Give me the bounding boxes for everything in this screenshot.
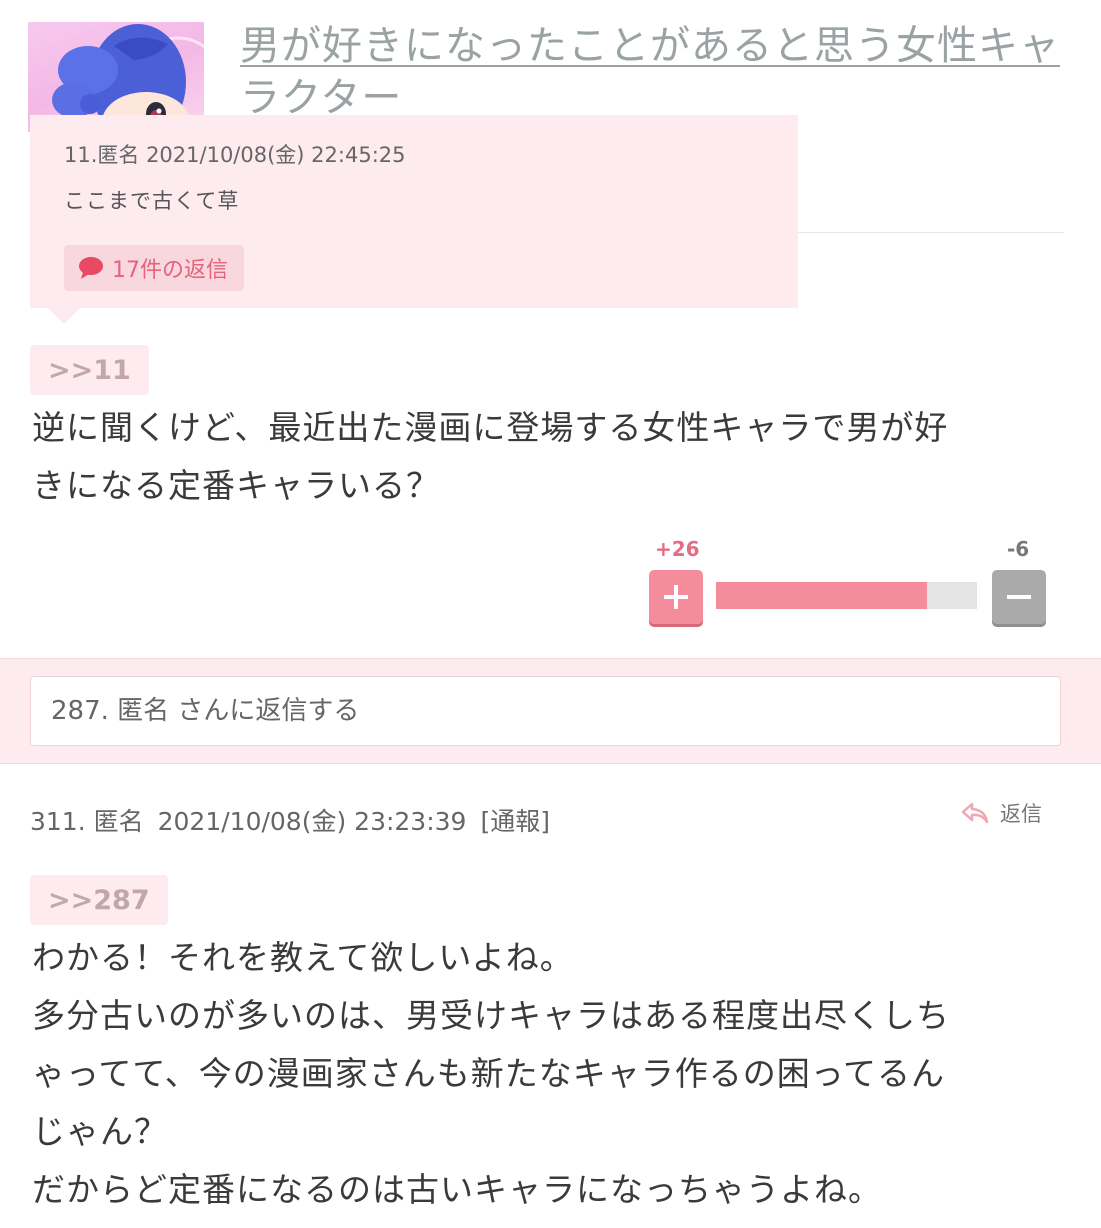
plus-vote-count: +26	[655, 537, 700, 561]
minus-vote-count: -6	[1007, 537, 1030, 561]
reply-count-button[interactable]: 17件の返信	[64, 245, 244, 291]
comment-line: 逆に聞くけど、最近出た漫画に登場する女性キャラで男が好	[32, 408, 949, 447]
comment-line: じゃん？	[32, 1112, 168, 1151]
comment-body: 逆に聞くけど、最近出た漫画に登場する女性キャラで男が好 きになる定番キャラいる？	[32, 399, 948, 515]
plus-icon	[664, 585, 688, 609]
quoted-comment-meta: 11.匿名 2021/10/08(金) 22:45:25	[64, 143, 406, 167]
comment-meta: 311. 匿名 2021/10/08(金) 23:23:39 [通報]	[30, 802, 550, 838]
quoted-comment-text: ここまで古くて草	[64, 189, 240, 213]
quoted-comment-popup: 11.匿名 2021/10/08(金) 22:45:25 ここまで古くて草 17…	[30, 115, 798, 308]
comment-line: だからど定番になるのは古いキャラになっちゃうよね。	[32, 1170, 882, 1209]
upvote-button[interactable]	[649, 570, 703, 624]
speech-bubble-icon	[79, 257, 103, 279]
divider	[780, 232, 1064, 233]
comment-line: きになる定番キャラいる？	[32, 466, 440, 505]
reply-button[interactable]: 返信	[960, 798, 1042, 828]
vote-ratio-fill	[716, 582, 928, 609]
comment-body: わかる！それを教えて欲しいよね。 多分古いのが多いのは、男受けキャラはある程度出…	[32, 929, 950, 1219]
anchor-link[interactable]: >>287	[30, 875, 168, 925]
comment-line: わかる！それを教えて欲しいよね。	[32, 938, 574, 977]
reply-arrow-icon	[961, 802, 989, 824]
reply-count-label: 17件の返信	[112, 258, 228, 283]
vote-ratio-bar	[716, 582, 977, 609]
minus-icon	[1007, 595, 1031, 599]
reply-input[interactable]	[30, 676, 1061, 746]
report-link[interactable]: [通報]	[480, 802, 550, 838]
thread-title-link[interactable]: 男が好きになったことがあると思う女性キャラクター	[240, 20, 1060, 124]
comment-line: ゃってて、今の漫画家さんも新たなキャラ作るの困ってるん	[32, 1054, 946, 1093]
reply-label: 返信	[1000, 802, 1042, 826]
anchor-link[interactable]: >>11	[30, 345, 149, 395]
comment-datetime: 2021/10/08(金) 23:23:39	[157, 807, 467, 836]
comment-number-author: 311. 匿名	[30, 807, 144, 836]
comment-line: 多分古いのが多いのは、男受けキャラはある程度出尽くしち	[32, 996, 950, 1035]
downvote-button[interactable]	[992, 570, 1046, 624]
popup-pointer	[48, 308, 80, 324]
